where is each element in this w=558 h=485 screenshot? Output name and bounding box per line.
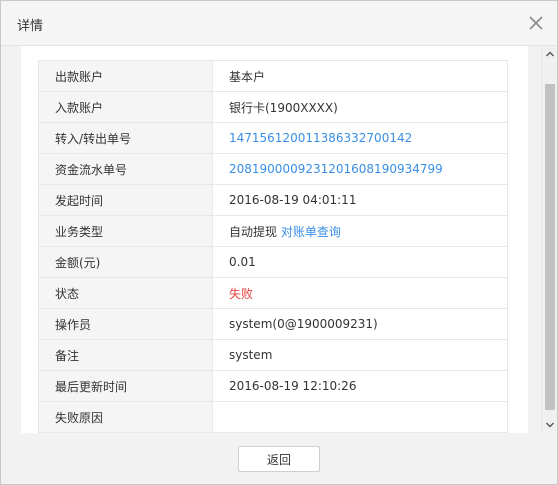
row-label-remark: 备注: [38, 339, 213, 371]
details-dialog: 详情 出款账户 基本户 入款账户 银行卡(1900XXXX) 转入/转出单号 1…: [0, 0, 558, 485]
table-row: 失败原因: [38, 401, 508, 433]
row-value-fail-reason: [212, 401, 508, 433]
row-label-operator: 操作员: [38, 308, 213, 340]
table-row: 出款账户 基本户: [38, 60, 508, 92]
table-row: 操作员 system(0@1900009231): [38, 308, 508, 340]
table-row: 入款账户 银行卡(1900XXXX): [38, 91, 508, 123]
table-row: 发起时间 2016-08-19 04:01:11: [38, 184, 508, 216]
scroll-up-button[interactable]: [542, 46, 557, 62]
row-value-transfer-no: 14715612001138633270014​2: [212, 122, 508, 154]
row-value-amount: 0.01: [212, 246, 508, 278]
table-row: 业务类型 自动提现 对账单查询: [38, 215, 508, 247]
row-label-transfer-no: 转入/转出单号: [38, 122, 213, 154]
table-row: 金额(元) 0.01: [38, 246, 508, 278]
row-label-flow-no: 资金流水单号: [38, 153, 213, 185]
row-value-remark: system: [212, 339, 508, 371]
row-value-flow-no: 20819000092312016081909347​99: [212, 153, 508, 185]
dialog-title: 详情: [17, 19, 44, 34]
row-value-operator: system(0@1900009231): [212, 308, 508, 340]
row-value-last-update: 2016-08-19 12:10:26: [212, 370, 508, 402]
row-label-out-account: 出款账户: [38, 60, 213, 92]
flow-no-link[interactable]: 20819000092312016081909347​99: [229, 162, 443, 176]
business-type-text: 自动提现: [229, 224, 278, 239]
table-row: 状态 失败: [38, 277, 508, 309]
row-label-amount: 金额(元): [38, 246, 213, 278]
row-value-in-account: 银行卡(1900XXXX): [212, 91, 508, 123]
scroll-down-button[interactable]: [542, 417, 557, 433]
row-value-business-type: 自动提现 对账单查询: [212, 215, 508, 247]
close-button[interactable]: [525, 12, 547, 34]
row-value-status: 失败: [212, 277, 508, 309]
details-panel: 出款账户 基本户 入款账户 银行卡(1900XXXX) 转入/转出单号 1471…: [21, 46, 528, 433]
dialog-titlebar: 详情: [1, 1, 557, 46]
row-label-in-account: 入款账户: [38, 91, 213, 123]
transfer-no-link[interactable]: 14715612001138633270014​2: [229, 131, 412, 145]
chevron-down-icon: [546, 422, 554, 428]
row-label-status: 状态: [38, 277, 213, 309]
table-row: 转入/转出单号 14715612001138633270014​2: [38, 122, 508, 154]
status-badge: 失败: [229, 286, 254, 301]
row-value-out-account: 基本户: [212, 60, 508, 92]
vertical-scrollbar[interactable]: [541, 46, 557, 433]
chevron-up-icon: [546, 51, 554, 57]
scrollbar-thumb[interactable]: [545, 84, 555, 410]
table-row: 备注 system: [38, 339, 508, 371]
close-icon: [529, 16, 543, 30]
table-row: 资金流水单号 20819000092312016081909347​99: [38, 153, 508, 185]
row-label-fail-reason: 失败原因: [38, 401, 213, 433]
row-label-business-type: 业务类型: [38, 215, 213, 247]
details-table: 出款账户 基本户 入款账户 银行卡(1900XXXX) 转入/转出单号 1471…: [38, 60, 508, 433]
row-label-last-update: 最后更新时间: [38, 370, 213, 402]
table-row: 最后更新时间 2016-08-19 12:10:26: [38, 370, 508, 402]
row-label-start-time: 发起时间: [38, 184, 213, 216]
statement-query-link[interactable]: 对账单查询: [281, 225, 341, 239]
dialog-footer: 返回: [1, 433, 557, 484]
row-value-start-time: 2016-08-19 04:01:11: [212, 184, 508, 216]
dialog-content: 出款账户 基本户 入款账户 银行卡(1900XXXX) 转入/转出单号 1471…: [1, 46, 541, 433]
back-button[interactable]: 返回: [238, 446, 320, 472]
